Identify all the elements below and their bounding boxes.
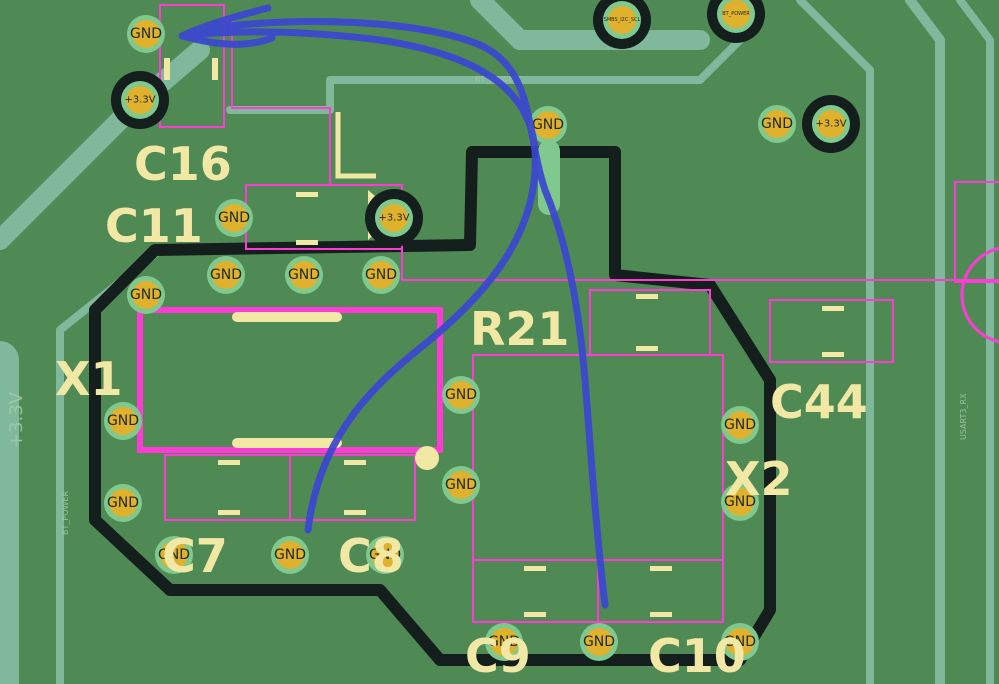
via-net-label: +3.3V	[124, 95, 155, 106]
net-label-3v3-vertical: +3.3V	[6, 391, 27, 448]
via-net-label: GND	[445, 477, 477, 493]
via-net-label: GND	[274, 547, 306, 563]
pad-mark	[822, 352, 844, 357]
via-net-label: BT_POWER	[722, 11, 750, 17]
pad-mark	[344, 510, 366, 515]
via-gnd: GND	[721, 406, 759, 444]
pad-mark	[524, 566, 546, 571]
pcb-layout-view: GND +3.3V GND +3.3V GND GND GND GND GND GND +3.3V G…	[0, 0, 999, 684]
ref-c9: C9	[465, 629, 531, 683]
via-net-label: GND	[107, 495, 139, 511]
pad-mark	[212, 58, 218, 80]
via-v33: +3.3V	[111, 71, 169, 129]
net-label-usart: USART3_RX	[959, 393, 968, 440]
pad-mark	[822, 306, 844, 311]
pad-mark	[344, 460, 366, 465]
via-gnd: GND	[104, 402, 142, 440]
via-gnd: GND	[127, 15, 165, 53]
via-gnd: GND	[442, 376, 480, 414]
via-net-label: GND	[445, 387, 477, 403]
ref-c16: C16	[134, 137, 232, 191]
via-gnd: GND	[104, 484, 142, 522]
ref-c7: C7	[162, 529, 228, 583]
pad-mark	[650, 566, 672, 571]
via-net-label: GND	[583, 634, 615, 650]
ref-c11: C11	[105, 199, 203, 253]
via-gnd: GND	[271, 536, 309, 574]
via-net-label: GND	[210, 267, 242, 283]
via-net-label: GND	[365, 267, 397, 283]
via-gnd: GND	[207, 256, 245, 294]
pad-mark	[524, 612, 546, 617]
via-net-label: GND	[724, 417, 756, 433]
pad-mark	[296, 240, 318, 245]
via-net-label: GND	[130, 26, 162, 42]
via-gnd: GND	[362, 256, 400, 294]
via-gnd: GND	[580, 623, 618, 661]
pad-mark	[296, 192, 318, 197]
via-net-label: GND	[532, 117, 564, 133]
ref-c8: C8	[338, 529, 404, 583]
via-gnd: GND	[758, 105, 796, 143]
via-net-label: SMBS_I2C_SCL	[604, 17, 641, 23]
pad-mark	[218, 460, 240, 465]
via-v33: +3.3V	[365, 189, 423, 247]
pad-mark	[232, 438, 342, 448]
via-gnd: GND	[442, 466, 480, 504]
pad-mark	[650, 612, 672, 617]
pad-mark	[636, 346, 658, 351]
via-gnd: GND	[285, 256, 323, 294]
via-gnd: GND	[215, 199, 253, 237]
via-net-label: +3.3V	[815, 119, 846, 130]
ref-x1: X1	[55, 352, 122, 406]
pad-mark	[164, 58, 170, 80]
ref-r21: R21	[470, 302, 569, 356]
via-net-label: GND	[218, 210, 250, 226]
via-net-label: GND	[761, 116, 793, 132]
pad-mark	[636, 294, 658, 299]
via-v33: +3.3V	[802, 95, 860, 153]
ref-x2: X2	[725, 452, 792, 506]
ref-c10: C10	[648, 629, 746, 683]
pad-mark	[218, 510, 240, 515]
via-net-label: GND	[107, 413, 139, 429]
net-label-bt-power-vertical: BT_POWER	[61, 491, 70, 535]
via-net-label: GND	[288, 267, 320, 283]
via-gnd: GND	[127, 276, 165, 314]
pad-mark	[232, 312, 342, 322]
pin1-dot-x1	[415, 446, 439, 470]
ref-c44: C44	[770, 375, 868, 429]
via-net-label: GND	[130, 287, 162, 303]
via-net-label: +3.3V	[378, 213, 409, 224]
